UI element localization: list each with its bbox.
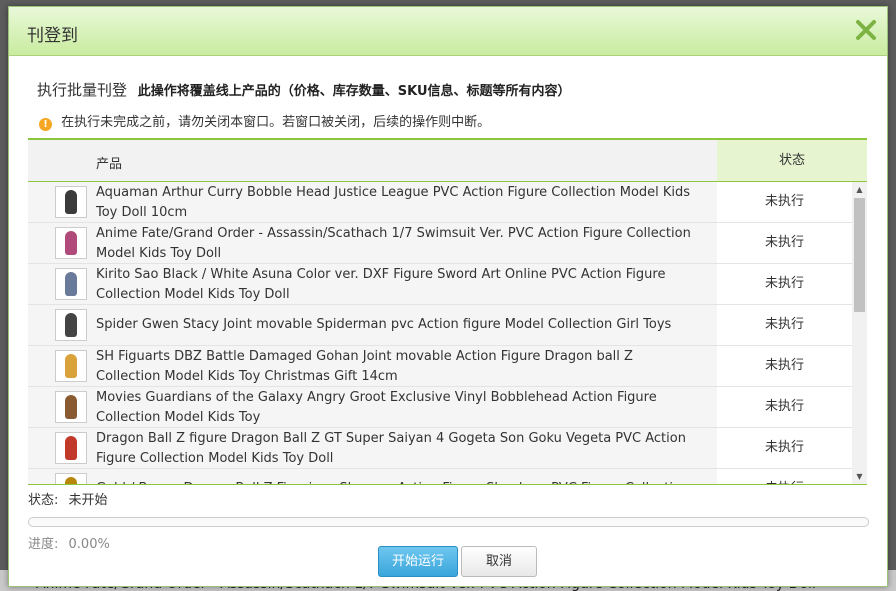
- table-row[interactable]: SH Figuarts DBZ Battle Damaged Gohan Joi…: [28, 346, 852, 387]
- product-cell: Aquaman Arthur Curry Bobble Head Justice…: [28, 182, 717, 222]
- warning-line: ! 在执行未完成之前，请勿关闭本窗口。若窗口被关闭，后续的操作则中断。: [39, 111, 490, 131]
- table-row[interactable]: Anime Fate/Grand Order - Assassin/Scatha…: [28, 223, 852, 264]
- product-name: Kirito Sao Black / White Asuna Color ver…: [96, 267, 666, 302]
- table-row[interactable]: Gold / Brown Dragon Ball Z Figurines She…: [28, 469, 852, 484]
- run-status: 状态: 未开始: [28, 489, 108, 508]
- product-thumbnail: [55, 227, 87, 259]
- figure-icon: [65, 395, 77, 419]
- progress-text: 进度: 0.00%: [28, 533, 110, 552]
- product-cell: Kirito Sao Black / White Asuna Color ver…: [28, 264, 717, 304]
- row-status: 未执行: [717, 469, 852, 484]
- warning-icon: !: [39, 118, 52, 131]
- header-product: 产品: [28, 140, 717, 181]
- table-header: 产品 状态: [28, 140, 867, 182]
- table-row[interactable]: Aquaman Arthur Curry Bobble Head Justice…: [28, 182, 852, 223]
- scroll-down-icon[interactable]: ▼: [852, 469, 867, 484]
- figure-icon: [65, 231, 77, 255]
- product-cell: Movies Guardians of the Galaxy Angry Gro…: [28, 387, 717, 427]
- close-icon: [856, 20, 876, 40]
- table-row[interactable]: Spider Gwen Stacy Joint movable Spiderma…: [28, 305, 852, 346]
- table-scrollbar[interactable]: ▲ ▼: [852, 182, 867, 484]
- product-cell: Spider Gwen Stacy Joint movable Spiderma…: [28, 305, 717, 345]
- cancel-button[interactable]: 取消: [461, 546, 537, 577]
- product-table: 产品 状态 Aquaman Arthur Curry Bobble Head J…: [28, 138, 867, 485]
- publish-dialog: 刊登到 执行批量刊登 此操作将覆盖线上产品的（价格、库存数量、SKU信息、标题等…: [8, 6, 888, 587]
- scroll-thumb[interactable]: [854, 198, 865, 312]
- table-body[interactable]: Aquaman Arthur Curry Bobble Head Justice…: [28, 182, 852, 484]
- product-name: SH Figuarts DBZ Battle Damaged Gohan Joi…: [96, 349, 633, 384]
- progress-bar: [28, 517, 869, 527]
- product-name: Gold / Brown Dragon Ball Z Figurines She…: [96, 479, 696, 484]
- product-thumbnail: [55, 186, 87, 218]
- product-name: Aquaman Arthur Curry Bobble Head Justice…: [96, 185, 691, 220]
- operation-note: 此操作将覆盖线上产品的（价格、库存数量、SKU信息、标题等所有内容）: [137, 84, 571, 99]
- dialog-header: 刊登到: [9, 7, 887, 56]
- header-product-label: 产品: [96, 157, 123, 172]
- product-name: Spider Gwen Stacy Joint movable Spiderma…: [96, 317, 672, 332]
- progress-label: 进度:: [28, 537, 59, 552]
- row-status: 未执行: [764, 440, 804, 455]
- product-thumbnail: [55, 268, 87, 300]
- operation-line: 执行批量刊登 此操作将覆盖线上产品的（价格、库存数量、SKU信息、标题等所有内容…: [37, 79, 571, 100]
- row-status: 未执行: [764, 317, 804, 332]
- product-name: Movies Guardians of the Galaxy Angry Gro…: [96, 390, 657, 425]
- product-thumbnail: [55, 391, 87, 423]
- product-thumbnail: [55, 432, 87, 464]
- figure-icon: [65, 313, 77, 337]
- warning-text: 在执行未完成之前，请勿关闭本窗口。若窗口被关闭，后续的操作则中断。: [61, 115, 491, 130]
- status-value: 未开始: [68, 493, 108, 508]
- figure-icon: [65, 272, 77, 296]
- row-status: 未执行: [764, 399, 804, 414]
- product-cell: Anime Fate/Grand Order - Assassin/Scatha…: [28, 223, 717, 263]
- figure-icon: [65, 436, 77, 460]
- row-status: 未执行: [764, 276, 804, 291]
- scroll-up-icon[interactable]: ▲: [852, 182, 867, 197]
- product-cell: Gold / Brown Dragon Ball Z Figurines She…: [28, 469, 717, 484]
- figure-icon: [65, 354, 77, 378]
- product-name: Anime Fate/Grand Order - Assassin/Scatha…: [96, 226, 691, 261]
- header-status: 状态: [717, 140, 867, 181]
- product-cell: Dragon Ball Z figure Dragon Ball Z GT Su…: [28, 428, 717, 468]
- operation-label: 执行批量刊登: [37, 81, 128, 99]
- figure-icon: [65, 190, 77, 214]
- row-status: 未执行: [764, 194, 804, 209]
- progress-value: 0.00%: [68, 537, 110, 552]
- product-thumbnail: [55, 473, 87, 484]
- figure-icon: [65, 477, 77, 484]
- table-row[interactable]: Kirito Sao Black / White Asuna Color ver…: [28, 264, 852, 305]
- product-cell: SH Figuarts DBZ Battle Damaged Gohan Joi…: [28, 346, 717, 386]
- table-row[interactable]: Movies Guardians of the Galaxy Angry Gro…: [28, 387, 852, 428]
- row-status: 未执行: [764, 358, 804, 373]
- product-thumbnail: [55, 309, 87, 341]
- table-row[interactable]: Dragon Ball Z figure Dragon Ball Z GT Su…: [28, 428, 852, 469]
- row-status: 未执行: [764, 235, 804, 250]
- product-name: Dragon Ball Z figure Dragon Ball Z GT Su…: [96, 431, 686, 466]
- product-thumbnail: [55, 350, 87, 382]
- start-button[interactable]: 开始运行: [378, 546, 458, 577]
- status-label: 状态:: [28, 493, 59, 508]
- close-button[interactable]: [855, 19, 877, 41]
- dialog-title: 刊登到: [27, 26, 78, 46]
